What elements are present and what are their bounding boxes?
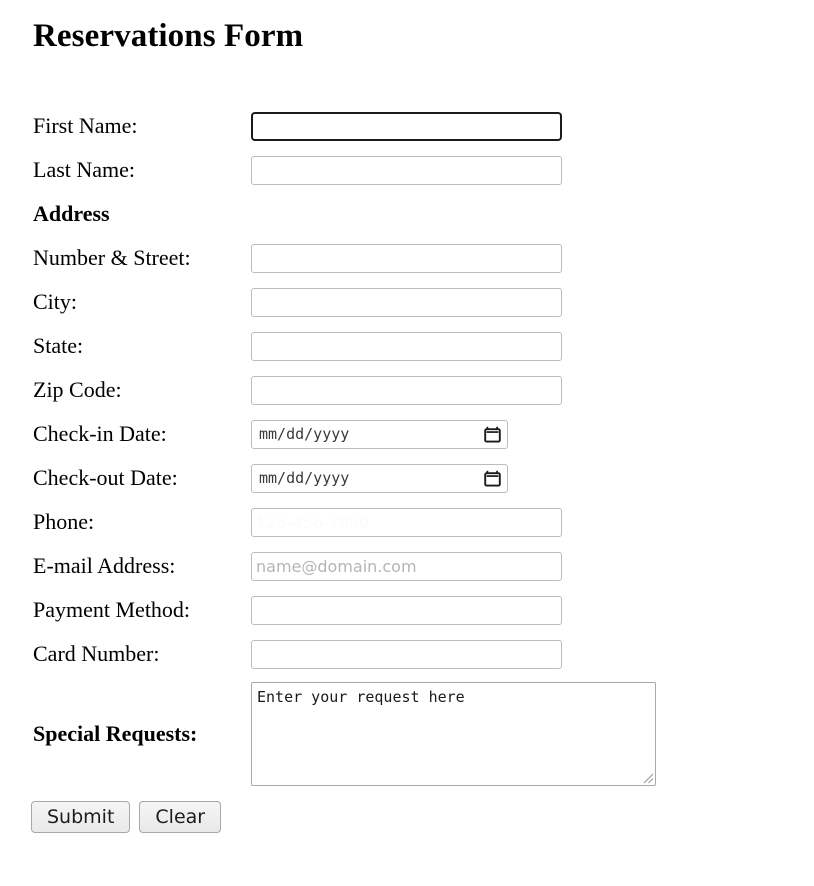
check-out-date-placeholder: mm/dd/yyyy [259, 468, 350, 487]
last-name-input[interactable] [251, 155, 562, 185]
form-row-number-street: Number & Street: [33, 236, 733, 280]
label-check-in-date: Check-in Date: [33, 421, 167, 446]
check-out-date-input[interactable]: mm/dd/yyyy [251, 463, 508, 493]
label-number-street: Number & Street: [33, 245, 191, 270]
payment-method-input[interactable] [251, 595, 562, 625]
zip-code-input[interactable] [251, 375, 562, 405]
calendar-icon[interactable] [484, 470, 501, 487]
check-in-date-input[interactable]: mm/dd/yyyy [251, 419, 508, 449]
label-address-section: Address [33, 201, 110, 226]
page-title: Reservations Form [33, 18, 304, 54]
phone-placeholder: 123-456-7890 [256, 512, 370, 532]
label-city: City: [33, 289, 78, 314]
form-row-state: State: [33, 324, 733, 368]
special-requests-value: Enter your request here [257, 688, 465, 706]
form-row-phone: Phone: 123-456-7890 [33, 500, 733, 544]
reservations-form: First Name: Last Name: Address Number & … [33, 104, 733, 792]
label-zip-code: Zip Code: [33, 377, 122, 402]
form-row-special-requests: Special Requests: Enter your request her… [33, 676, 733, 792]
form-row-card-number: Card Number: [33, 632, 733, 676]
email-placeholder: name@domain.com [256, 556, 417, 576]
label-special-requests: Special Requests: [33, 721, 198, 746]
label-card-number: Card Number: [33, 641, 160, 666]
special-requests-textarea[interactable]: Enter your request here [251, 682, 656, 786]
form-row-city: City: [33, 280, 733, 324]
form-row-zip-code: Zip Code: [33, 368, 733, 412]
number-street-input[interactable] [251, 243, 562, 273]
clear-button[interactable]: Clear [139, 801, 222, 833]
first-name-input[interactable] [251, 111, 562, 141]
resize-handle-icon[interactable] [640, 770, 654, 784]
label-payment-method: Payment Method: [33, 597, 191, 622]
calendar-icon[interactable] [484, 426, 501, 443]
label-first-name: First Name: [33, 113, 138, 138]
form-row-last-name: Last Name: [33, 148, 733, 192]
label-state: State: [33, 333, 84, 358]
form-actions: Submit Clear [31, 801, 222, 833]
state-input[interactable] [251, 331, 562, 361]
form-row-payment-method: Payment Method: [33, 588, 733, 632]
form-row-address-heading: Address [33, 192, 733, 236]
label-email: E-mail Address: [33, 553, 176, 578]
label-phone: Phone: [33, 509, 95, 534]
form-row-check-out-date: Check-out Date: mm/dd/yyyy [33, 456, 733, 500]
reservations-form-page: Reservations Form First Name: Last Name:… [0, 0, 814, 886]
check-in-date-placeholder: mm/dd/yyyy [259, 424, 350, 443]
label-check-out-date: Check-out Date: [33, 465, 178, 490]
form-row-email: E-mail Address: name@domain.com [33, 544, 733, 588]
form-row-first-name: First Name: [33, 104, 733, 148]
form-row-check-in-date: Check-in Date: mm/dd/yyyy [33, 412, 733, 456]
card-number-input[interactable] [251, 639, 562, 669]
city-input[interactable] [251, 287, 562, 317]
phone-input[interactable]: 123-456-7890 [251, 507, 562, 537]
label-last-name: Last Name: [33, 157, 136, 182]
submit-button[interactable]: Submit [31, 801, 131, 833]
email-input[interactable]: name@domain.com [251, 551, 562, 581]
